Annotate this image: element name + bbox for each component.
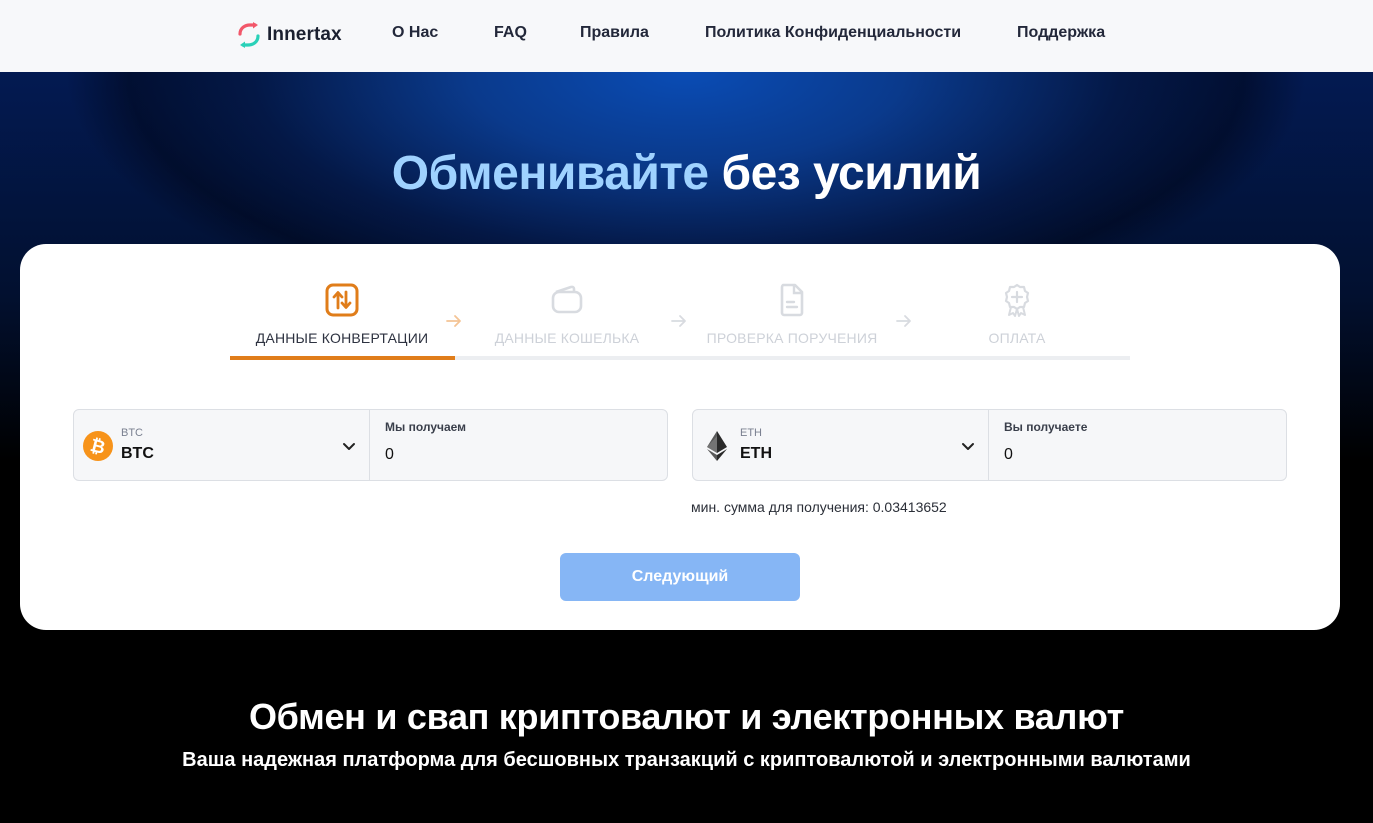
swap-arrows-icon [325, 283, 359, 317]
hero-title: Обменивайте без усилий [0, 146, 1373, 201]
nav-link-faq[interactable]: FAQ [494, 24, 527, 42]
step-label: ДАННЫЕ КОШЕЛЬКА [494, 330, 640, 346]
step-order-review[interactable]: ПРОВЕРКА ПОРУЧЕНИЯ [680, 282, 904, 346]
min-amount-note: мин. сумма для получения: 0.03413652 [691, 499, 947, 515]
step-label: ОПЛАТА [988, 330, 1046, 346]
section-title: Обмен и свап криптовалют и электронных в… [248, 696, 1125, 737]
send-currency-name: BTC [121, 445, 154, 462]
nav-link-about[interactable]: О Нас [392, 24, 438, 42]
wallet-icon [551, 285, 583, 314]
receive-currency-ticker-small: ETH [740, 427, 762, 439]
step-label: ПРОВЕРКА ПОРУЧЕНИЯ [706, 330, 878, 346]
document-icon [780, 283, 804, 317]
send-currency-select[interactable]: ₿ BTC BTC [74, 410, 370, 480]
exchange-card: ДАННЫЕ КОНВЕРТАЦИИ ДАННЫЕ КОШЕЛЬКА ПРОВЕ… [20, 244, 1340, 630]
bitcoin-icon: ₿ [83, 431, 113, 461]
nav-link-support[interactable]: Поддержка [1017, 24, 1105, 42]
exchange-logo-icon [238, 22, 260, 48]
send-currency-ticker-small: BTC [121, 427, 143, 439]
award-icon [1004, 283, 1030, 317]
hero-title-rest: без усилий [721, 147, 982, 200]
hero-title-accent: Обменивайте [391, 147, 709, 200]
chevron-down-icon [343, 443, 355, 450]
step-conversion-data[interactable]: ДАННЫЕ КОНВЕРТАЦИИ [230, 282, 454, 346]
send-amount-label: Мы получаем [385, 420, 467, 434]
receive-amount-input[interactable] [1004, 443, 1274, 467]
step-payment[interactable]: ОПЛАТА [905, 282, 1129, 346]
receive-amount-label: Вы получаете [1004, 420, 1088, 434]
receive-currency-select[interactable]: ETH ETH [693, 410, 989, 480]
brand-name: Innertax [267, 24, 342, 45]
nav-link-rules[interactable]: Правила [580, 24, 649, 42]
step-wallet-data[interactable]: ДАННЫЕ КОШЕЛЬКА [455, 282, 679, 346]
receive-currency-group: ETH ETH Вы получаете [692, 409, 1287, 481]
section-subtitle: Ваша надежная платформа для бесшовных тр… [182, 749, 1191, 771]
ethereum-icon [707, 431, 727, 461]
step-label: ДАННЫЕ КОНВЕРТАЦИИ [255, 330, 429, 346]
chevron-down-icon [962, 443, 974, 450]
send-amount-input[interactable] [385, 443, 655, 467]
receive-currency-name: ETH [740, 445, 772, 462]
send-currency-group: ₿ BTC BTC Мы получаем [73, 409, 668, 481]
steps-progress-fill [230, 356, 455, 360]
top-navbar: Innertax О Нас FAQ Правила Политика Конф… [0, 0, 1373, 72]
next-button[interactable]: Следующий [560, 553, 800, 601]
nav-link-privacy[interactable]: Политика Конфиденциальности [705, 24, 961, 42]
brand-logo[interactable]: Innertax [236, 22, 342, 48]
